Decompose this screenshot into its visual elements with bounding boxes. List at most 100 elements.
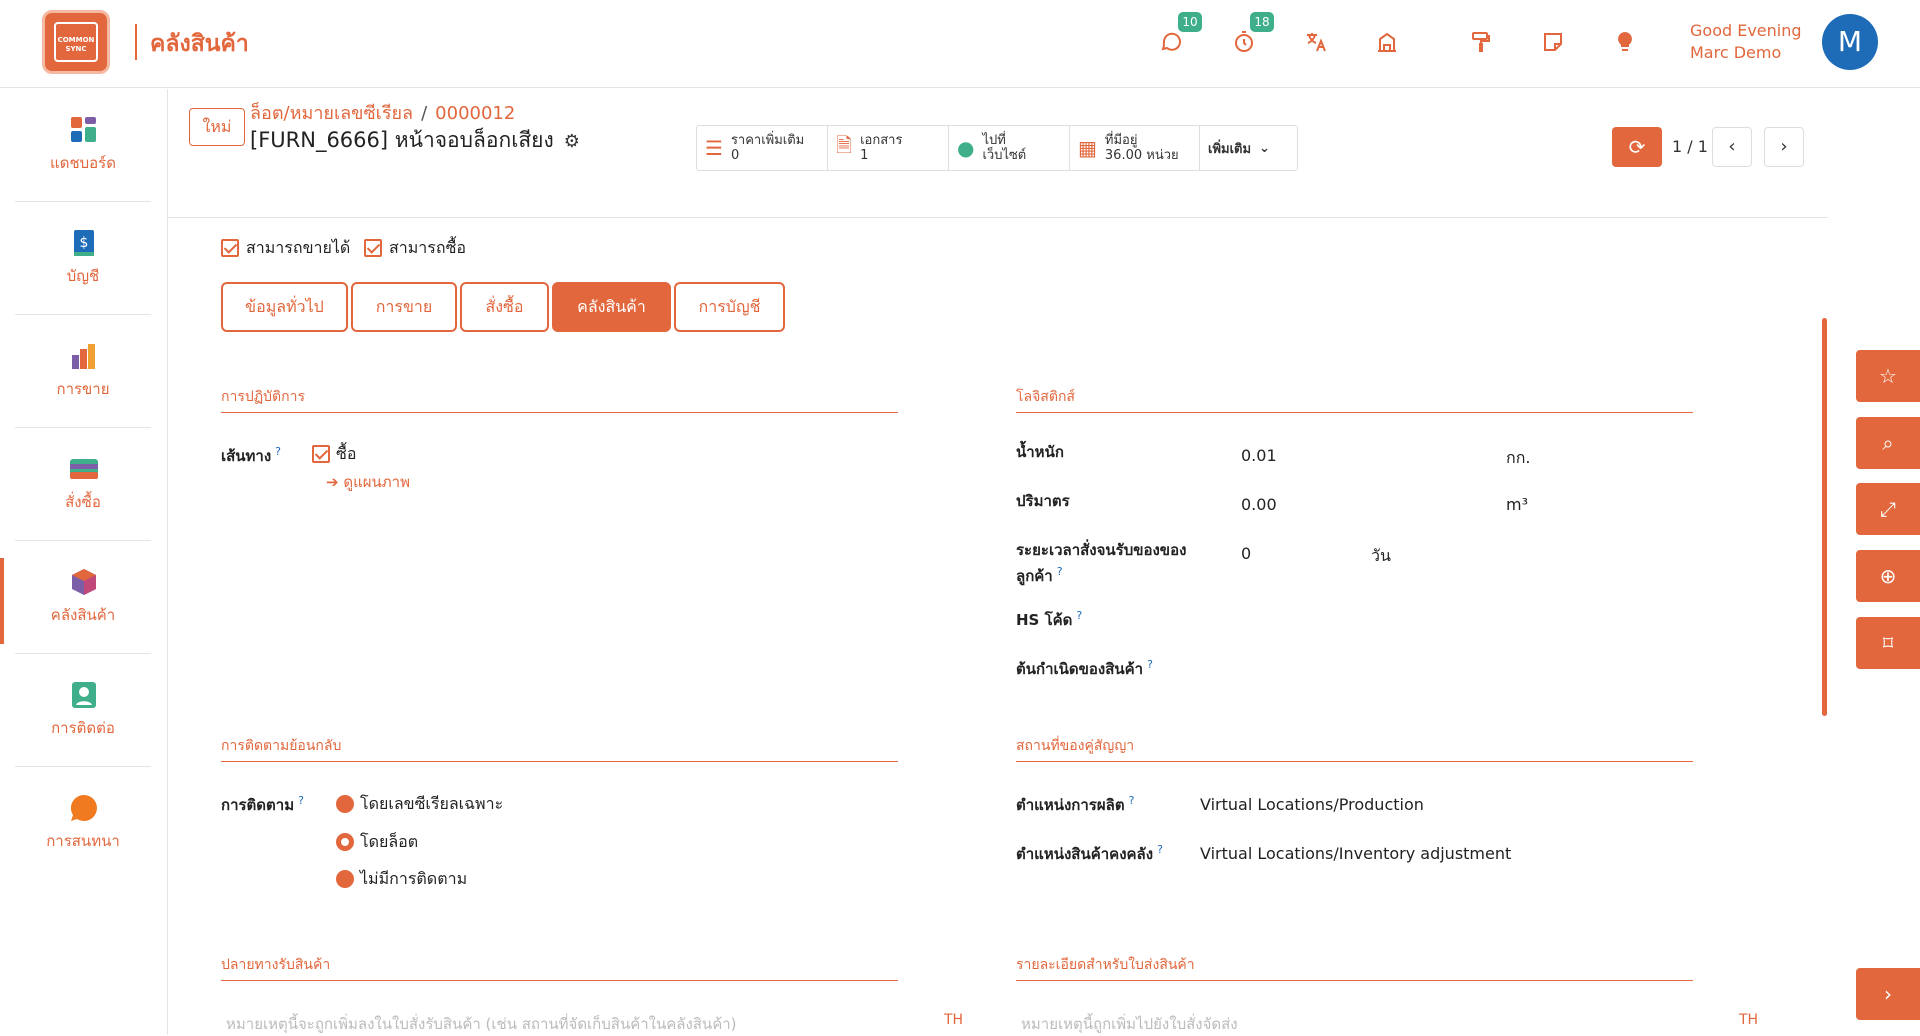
counterpart-section-title: สถานที่ของคู่สัญญา [1016, 735, 1693, 762]
help-icon[interactable]: ? [1057, 565, 1063, 578]
purchase-icon [70, 459, 98, 479]
tracking-lot-radio[interactable] [336, 833, 354, 851]
extra-price-label: ราคาเพิ่มเติม [730, 133, 805, 148]
sidebar-item-label: การสนทนา [46, 832, 120, 850]
sidebar-item-purchase[interactable]: สั่งซื้อ [15, 428, 151, 541]
pager-prev-button[interactable]: ‹ [1712, 127, 1752, 167]
app-title: คลังสินค้า [150, 31, 249, 57]
sidebar-item-label: คลังสินค้า [50, 606, 116, 624]
route-buy-checkbox[interactable] [312, 445, 330, 463]
breadcrumb-parent-link[interactable]: ล็อต/หมายเลขซีเรียล [250, 103, 413, 124]
documents-text: เอกสาร 1 [860, 133, 902, 163]
traceability-section-title: การติดตามย้อนกลับ [221, 735, 898, 762]
sidebar-active-indicator [0, 558, 4, 644]
origin-label-text: ต้นกำเนิดของสินค้า [1016, 660, 1144, 678]
breadcrumb-separator: / [421, 103, 428, 124]
translate-icon[interactable] [1302, 30, 1330, 58]
bookmark-icon[interactable]: ⌑ [1856, 617, 1920, 669]
delivery-lang-button[interactable]: TH [1739, 1012, 1758, 1028]
refresh-button[interactable]: ⟳ [1612, 127, 1662, 167]
can-buy-checkbox[interactable] [364, 239, 382, 257]
receipts-note-input[interactable]: หมายเหตุนี้จะถูกเพิ่มลงในใบสั่งรับสินค้า… [226, 1012, 737, 1036]
smart-buttons: ☰ ราคาเพิ่มเติม 0 🗎 เอกสาร 1 ● ไปที่ เว็… [696, 125, 1298, 171]
sidebar-item-label: การติดต่อ [51, 719, 115, 737]
contacts-icon [72, 682, 96, 708]
tracking-serial-radio[interactable] [336, 795, 354, 813]
hs-code-label: HS โค้ด? [1016, 605, 1082, 631]
lead-time-label: ระยะเวลาสั่งจนรับของของ ลูกค้า? [1016, 539, 1186, 587]
on-hand-text: ที่มีอยู่ 36.00 หน่วย [1105, 133, 1179, 163]
chevron-right-icon[interactable]: › [1856, 968, 1920, 1020]
scrollbar[interactable] [1822, 318, 1827, 716]
sidebar-item-label: สั่งซื้อ [65, 493, 101, 511]
receipts-lang-button[interactable]: TH [944, 1012, 963, 1028]
help-icon[interactable]: ? [275, 445, 281, 458]
can-sell-checkbox[interactable] [221, 239, 239, 257]
dashboard-icon [71, 117, 96, 142]
timer-icon[interactable]: 18 [1230, 12, 1274, 58]
chat-icon[interactable]: 10 [1158, 12, 1202, 58]
documents-button[interactable]: 🗎 เอกสาร 1 [828, 126, 949, 170]
pager-next-button[interactable]: › [1764, 127, 1804, 167]
tab-purchase[interactable]: สั่งซื้อ [460, 282, 549, 332]
delivery-note-input[interactable]: หมายเหตุนี้ถูกเพิ่มไปยังใบสั่งจัดส่ง [1021, 1012, 1238, 1036]
tracking-none-radio[interactable] [336, 870, 354, 888]
sidebar-item-accounting[interactable]: $ บัญชี [15, 202, 151, 315]
help-icon[interactable]: ? [1147, 658, 1153, 671]
help-icon[interactable]: ? [1076, 609, 1082, 622]
tab-inventory[interactable]: คลังสินค้า [552, 282, 671, 332]
sidebar-item-contacts[interactable]: การติดต่อ [15, 654, 151, 767]
extra-price-text: ราคาเพิ่มเติม 0 [731, 133, 804, 163]
view-diagram-link[interactable]: ➔ ดูแผนภาพ [326, 470, 410, 494]
tab-accounting[interactable]: การบัญชี [674, 282, 785, 332]
lead-time-label-line2: ลูกค้า [1016, 567, 1053, 585]
user-avatar[interactable]: M [1822, 14, 1878, 70]
breadcrumb-current: 0000012 [435, 103, 516, 124]
tracking-none-label: ไม่มีการติดตาม [360, 869, 468, 888]
can-buy-label: สามารถซื้อ [389, 238, 467, 257]
sidebar-item-label: แดชบอร์ด [50, 154, 116, 172]
inventory-location-label: ตำแหน่งสินค้าคงคลัง? [1016, 839, 1163, 865]
weight-unit: กก. [1506, 448, 1531, 467]
sidebar-item-label: การขาย [56, 380, 110, 398]
sidebar-item-dashboard[interactable]: แดชบอร์ด [15, 89, 151, 202]
sidebar-item-sales[interactable]: การขาย [15, 315, 151, 428]
documents-value: 1 [860, 148, 869, 163]
help-icon[interactable]: ? [1129, 794, 1135, 807]
tracking-lot-label: โดยล็อต [360, 832, 419, 851]
sidebar-item-inventory[interactable]: คลังสินค้า [15, 541, 151, 654]
on-hand-button[interactable]: ▦ ที่มีอยู่ 36.00 หน่วย [1070, 126, 1200, 170]
on-hand-value: 36.00 หน่วย [1104, 148, 1179, 163]
tab-general-info[interactable]: ข้อมูลทั่วไป [221, 282, 348, 332]
inventory-location-value[interactable]: Virtual Locations/Inventory adjustment [1200, 844, 1511, 863]
extra-price-button[interactable]: ☰ ราคาเพิ่มเติม 0 [697, 126, 828, 170]
help-icon[interactable]: ? [298, 794, 304, 807]
tracking-serial-label: โดยเลขซีเรียลเฉพาะ [360, 794, 504, 813]
help-icon[interactable]: ? [1157, 843, 1163, 856]
new-record-button[interactable]: ใหม่ [189, 108, 245, 146]
app-logo[interactable]: COMMON SYNC [42, 10, 110, 74]
production-location-value[interactable]: Virtual Locations/Production [1200, 795, 1424, 814]
sidebar-item-discuss[interactable]: การสนทนา [15, 767, 151, 880]
lead-time-value[interactable]: 0 [1241, 544, 1251, 563]
building-icon[interactable] [1373, 30, 1401, 58]
lightbulb-icon[interactable] [1611, 30, 1639, 58]
greeting-line: Good Evening [1690, 21, 1802, 40]
note-icon[interactable] [1539, 30, 1567, 58]
timer-badge: 18 [1250, 12, 1274, 32]
zoom-in-icon[interactable]: ⊕ [1856, 550, 1920, 602]
star-icon[interactable]: ☆ [1856, 350, 1920, 402]
weight-value[interactable]: 0.01 [1241, 446, 1277, 465]
more-dropdown[interactable]: เพิ่มเติม ⌄ [1200, 126, 1297, 170]
paint-roller-icon[interactable] [1467, 30, 1495, 58]
chevron-down-icon: ⌄ [1259, 140, 1270, 156]
gear-icon[interactable]: ⚙ [564, 131, 580, 152]
discuss-icon [70, 794, 97, 821]
inventory-location-label-text: ตำแหน่งสินค้าคงคลัง [1016, 845, 1154, 863]
weight-label: น้ำหนัก [1016, 443, 1064, 461]
volume-value[interactable]: 0.00 [1241, 495, 1277, 514]
expand-icon[interactable]: ⤢ [1856, 483, 1920, 535]
search-icon[interactable]: ⌕ [1856, 417, 1920, 469]
go-to-website-button[interactable]: ● ไปที่ เว็บไซต์ [949, 126, 1070, 170]
tab-sales[interactable]: การขาย [351, 282, 457, 332]
